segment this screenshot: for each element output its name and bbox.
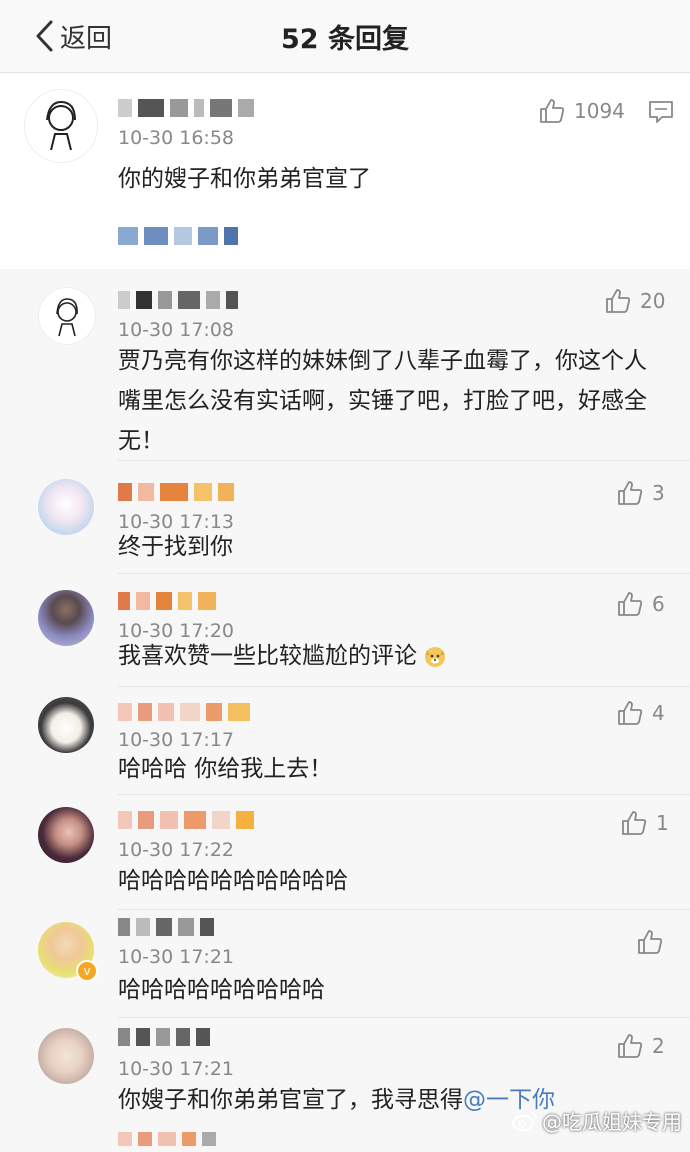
comment-text: 哈哈哈哈哈哈哈哈哈 xyxy=(118,977,325,1003)
watermark-text: @吃瓜姐妹专用 xyxy=(542,1110,682,1134)
like-button[interactable]: 4 xyxy=(616,699,665,727)
username-redacted[interactable] xyxy=(118,1024,210,1050)
like-button[interactable]: 20 xyxy=(604,287,665,315)
comment-text: 终于找到你 xyxy=(118,534,233,560)
thumbs-up-icon xyxy=(618,592,643,616)
username-redacted[interactable] xyxy=(118,807,254,833)
thumbs-up-icon xyxy=(622,811,647,835)
avatar[interactable] xyxy=(38,697,94,753)
username-redacted[interactable] xyxy=(118,95,254,121)
avatar[interactable] xyxy=(38,590,94,646)
reply-item: 10-30 17:22 1 哈哈哈哈哈哈哈哈哈哈 xyxy=(0,795,690,910)
like-count: 20 xyxy=(640,289,666,313)
comment-text-body: 你嫂子和你弟弟官宣了，我寻思得 xyxy=(118,1087,463,1113)
comment-time: 10-30 16:58 xyxy=(118,127,235,149)
thumbs-up-icon xyxy=(618,1034,643,1058)
comment-text: 哈哈哈 你给我上去！ xyxy=(118,756,333,782)
like-button[interactable]: 6 xyxy=(616,590,665,618)
avatar[interactable] xyxy=(38,479,94,535)
like-count: 1094 xyxy=(574,99,625,123)
like-count: 4 xyxy=(652,701,665,725)
reply-item: 10-30 17:08 20 贾乃亮有你这样的妹妹倒了八辈子血霉了，你这个人嘴里… xyxy=(0,269,690,461)
username-redacted[interactable] xyxy=(118,914,214,940)
reply-item: 10-30 17:20 6 我喜欢赞一些比较尴尬的评论 xyxy=(0,574,690,687)
page-title: 52 条回复 xyxy=(281,24,409,55)
username-redacted[interactable] xyxy=(118,588,216,614)
thumbs-up-icon xyxy=(618,701,643,725)
comment-time: 10-30 17:21 xyxy=(118,1058,235,1080)
comment-text-body: 我喜欢赞一些比较尴尬的评论 xyxy=(118,643,417,669)
next-username-redacted xyxy=(118,1126,216,1152)
verified-badge-icon: v xyxy=(76,960,98,982)
comment-time: 10-30 17:21 xyxy=(118,946,235,968)
thumbs-up-icon xyxy=(638,930,663,954)
like-button[interactable]: 2 xyxy=(616,1032,665,1060)
thumbs-up-icon xyxy=(606,289,631,313)
avatar[interactable] xyxy=(38,287,96,345)
nav-bar: 返回 52 条回复 xyxy=(0,0,690,73)
comment-text: 贾乃亮有你这样的妹妹倒了八辈子血霉了，你这个人嘴里怎么没有实话啊，实锤了吧，打脸… xyxy=(118,348,647,454)
reply-item: 10-30 17:13 3 终于找到你 xyxy=(0,461,690,574)
username-redacted[interactable] xyxy=(118,479,234,505)
comment-text: 哈哈哈哈哈哈哈哈哈哈 xyxy=(118,868,348,894)
comment-time: 10-30 17:17 xyxy=(118,729,235,751)
avatar[interactable] xyxy=(24,89,98,163)
comment-time: 10-30 17:08 xyxy=(118,319,235,341)
avatar[interactable] xyxy=(38,1028,94,1084)
avatar[interactable] xyxy=(38,807,94,863)
comment-text: 你嫂子和你弟弟官宣了，我寻思得@一下你 xyxy=(118,1080,555,1120)
thumbs-up-icon xyxy=(618,481,643,505)
attachment-redacted xyxy=(118,223,238,249)
comment-text: 你的嫂子和你弟弟官宣了 xyxy=(118,166,371,192)
weibo-logo-icon xyxy=(512,1110,537,1131)
like-button[interactable]: 1094 xyxy=(538,97,625,125)
reply-item: 10-30 17:17 4 哈哈哈 你给我上去！ xyxy=(0,687,690,795)
like-button[interactable]: 1 xyxy=(620,809,669,837)
like-count: 3 xyxy=(652,481,665,505)
main-comment: 10-30 16:58 1094 你的嫂子和你弟弟官宣了 xyxy=(0,73,690,269)
username-redacted[interactable] xyxy=(118,287,238,313)
like-button[interactable]: 3 xyxy=(616,479,665,507)
comment-time: 10-30 17:22 xyxy=(118,839,235,861)
thumbs-up-icon xyxy=(540,99,565,123)
watermark: @吃瓜姐妹专用 xyxy=(512,1106,682,1135)
username-redacted[interactable] xyxy=(118,699,250,725)
like-count: 2 xyxy=(652,1034,665,1058)
like-count: 1 xyxy=(656,811,669,835)
doge-emoji-icon xyxy=(425,647,445,667)
comment-text: 我喜欢赞一些比较尴尬的评论 xyxy=(118,636,447,676)
reply-item: v 10-30 17:21 哈哈哈哈哈哈哈哈哈 xyxy=(0,910,690,1018)
like-button[interactable] xyxy=(636,928,672,956)
comment-icon[interactable] xyxy=(648,99,674,125)
like-count: 6 xyxy=(652,592,665,616)
